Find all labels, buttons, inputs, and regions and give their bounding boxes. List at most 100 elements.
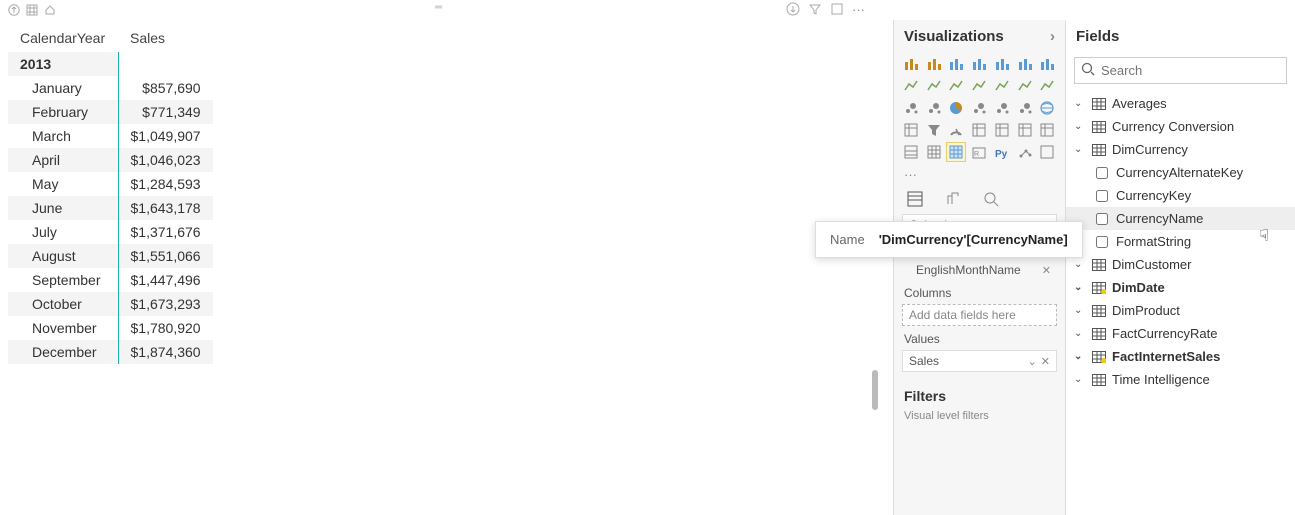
table-row[interactable]: December$1,874,360 xyxy=(8,340,213,364)
values-well-field-sales[interactable]: Sales ⌄✕ xyxy=(902,350,1057,372)
table-row[interactable]: October$1,673,293 xyxy=(8,292,213,316)
table-row[interactable]: March$1,049,907 xyxy=(8,124,213,148)
column-header-sales[interactable]: Sales xyxy=(118,24,213,52)
filter-icon[interactable] xyxy=(808,2,822,19)
viz-type-icon[interactable] xyxy=(925,77,943,95)
viz-more-icon[interactable]: ··· xyxy=(894,165,1065,184)
collapse-pane-icon[interactable]: › xyxy=(1050,28,1055,45)
fields-search[interactable] xyxy=(1074,57,1287,84)
grip-icon[interactable]: ═ xyxy=(435,2,443,13)
viz-type-icon[interactable] xyxy=(970,55,988,73)
chevron-right-icon[interactable]: ⌄ xyxy=(1074,351,1086,362)
remove-icon[interactable]: ✕ xyxy=(1041,355,1050,368)
table-row[interactable]: September$1,447,496 xyxy=(8,268,213,292)
viz-type-icon[interactable] xyxy=(1016,77,1034,95)
fields-well-tab-icon[interactable] xyxy=(906,190,924,208)
chevron-right-icon[interactable]: ⌄ xyxy=(1074,259,1086,270)
table-row[interactable]: April$1,046,023 xyxy=(8,148,213,172)
remove-icon[interactable]: ✕ xyxy=(1042,264,1051,277)
fields-column-item[interactable]: FormatString xyxy=(1066,230,1295,253)
columns-well-dropzone[interactable]: Add data fields here xyxy=(902,304,1057,326)
viz-type-icon[interactable] xyxy=(1016,55,1034,73)
table-row[interactable]: July$1,371,676 xyxy=(8,220,213,244)
grid-icon[interactable] xyxy=(26,4,38,16)
viz-type-icon[interactable] xyxy=(947,143,965,161)
scrollbar-thumb[interactable] xyxy=(872,370,878,410)
viz-type-icon[interactable] xyxy=(1038,55,1056,73)
chevron-right-icon[interactable]: ⌄ xyxy=(1074,374,1086,385)
field-checkbox[interactable] xyxy=(1096,167,1108,179)
fields-column-item[interactable]: CurrencyAlternateKey xyxy=(1066,161,1295,184)
viz-type-icon[interactable] xyxy=(993,121,1011,139)
chevron-right-icon[interactable]: ⌄ xyxy=(1074,282,1086,293)
search-input[interactable] xyxy=(1101,63,1280,78)
viz-type-icon[interactable] xyxy=(925,99,943,117)
table-row[interactable]: November$1,780,920 xyxy=(8,316,213,340)
viz-type-icon[interactable] xyxy=(1038,99,1056,117)
viz-type-icon[interactable]: Py xyxy=(993,143,1011,161)
viz-type-icon[interactable] xyxy=(1016,143,1034,161)
analytics-well-tab-icon[interactable] xyxy=(982,190,1000,208)
viz-type-icon[interactable] xyxy=(947,121,965,139)
viz-type-icon[interactable] xyxy=(925,121,943,139)
viz-type-icon[interactable] xyxy=(947,77,965,95)
field-checkbox[interactable] xyxy=(1096,236,1108,248)
viz-type-icon[interactable] xyxy=(947,99,965,117)
chevron-down-icon[interactable]: ⌄ xyxy=(1028,355,1037,368)
matrix-visual[interactable]: CalendarYear Sales 2013January$857,690Fe… xyxy=(8,24,213,364)
viz-type-icon[interactable] xyxy=(902,121,920,139)
fields-table-item[interactable]: ⌄Currency Conversion xyxy=(1066,115,1295,138)
chevron-right-icon[interactable]: ⌄ xyxy=(1074,121,1086,132)
table-row[interactable]: August$1,551,066 xyxy=(8,244,213,268)
fields-table-item[interactable]: ⌄FactInternetSales xyxy=(1066,345,1295,368)
field-checkbox[interactable] xyxy=(1096,190,1108,202)
viz-type-icon[interactable] xyxy=(1038,121,1056,139)
viz-type-icon[interactable] xyxy=(993,55,1011,73)
viz-type-icon[interactable] xyxy=(970,99,988,117)
fields-table-item[interactable]: ⌄Averages xyxy=(1066,92,1295,115)
report-canvas[interactable]: CalendarYear Sales 2013January$857,690Fe… xyxy=(0,20,893,515)
fields-column-item[interactable]: CurrencyKey xyxy=(1066,184,1295,207)
fields-column-item[interactable]: CurrencyName xyxy=(1066,207,1295,230)
more-icon[interactable]: ··· xyxy=(852,2,865,19)
focus-icon[interactable] xyxy=(830,2,844,19)
arrow-down-circle-icon[interactable] xyxy=(786,2,800,19)
table-row[interactable]: June$1,643,178 xyxy=(8,196,213,220)
viz-type-icon[interactable] xyxy=(1038,77,1056,95)
home-icon[interactable] xyxy=(44,4,56,16)
table-row[interactable]: February$771,349 xyxy=(8,100,213,124)
chevron-down-icon[interactable]: ⌄ xyxy=(1074,144,1086,155)
viz-type-icon[interactable] xyxy=(902,55,920,73)
fields-table-item[interactable]: ⌄DimDate xyxy=(1066,276,1295,299)
table-year-row[interactable]: 2013 xyxy=(8,52,213,76)
field-checkbox[interactable] xyxy=(1096,213,1108,225)
table-row[interactable]: May$1,284,593 xyxy=(8,172,213,196)
viz-type-icon[interactable] xyxy=(947,55,965,73)
column-header-year[interactable]: CalendarYear xyxy=(8,24,118,52)
viz-type-icon[interactable] xyxy=(902,143,920,161)
viz-type-icon[interactable] xyxy=(970,77,988,95)
viz-type-icon[interactable] xyxy=(970,121,988,139)
chevron-right-icon[interactable]: ⌄ xyxy=(1074,98,1086,109)
arrow-up-icon[interactable] xyxy=(8,4,20,16)
viz-type-icon[interactable]: R xyxy=(970,143,988,161)
fields-table-item[interactable]: ⌄FactCurrencyRate xyxy=(1066,322,1295,345)
viz-type-icon[interactable] xyxy=(902,99,920,117)
viz-type-icon[interactable] xyxy=(1016,121,1034,139)
fields-table-item[interactable]: ⌄DimCurrency xyxy=(1066,138,1295,161)
fields-table-item[interactable]: ⌄DimProduct xyxy=(1066,299,1295,322)
fields-table-item[interactable]: ⌄Time Intelligence xyxy=(1066,368,1295,391)
chevron-right-icon[interactable]: ⌄ xyxy=(1074,305,1086,316)
rows-well-child-month[interactable]: EnglishMonthName ✕ xyxy=(902,260,1057,280)
viz-type-icon[interactable] xyxy=(902,77,920,95)
viz-type-icon[interactable] xyxy=(1016,99,1034,117)
fields-table-item[interactable]: ⌄DimCustomer xyxy=(1066,253,1295,276)
viz-type-icon[interactable] xyxy=(993,77,1011,95)
format-well-tab-icon[interactable] xyxy=(944,190,962,208)
viz-type-icon[interactable] xyxy=(993,99,1011,117)
chevron-right-icon[interactable]: ⌄ xyxy=(1074,328,1086,339)
table-row[interactable]: January$857,690 xyxy=(8,76,213,100)
viz-type-icon[interactable] xyxy=(925,55,943,73)
viz-type-icon[interactable] xyxy=(925,143,943,161)
viz-type-icon[interactable] xyxy=(1038,143,1056,161)
